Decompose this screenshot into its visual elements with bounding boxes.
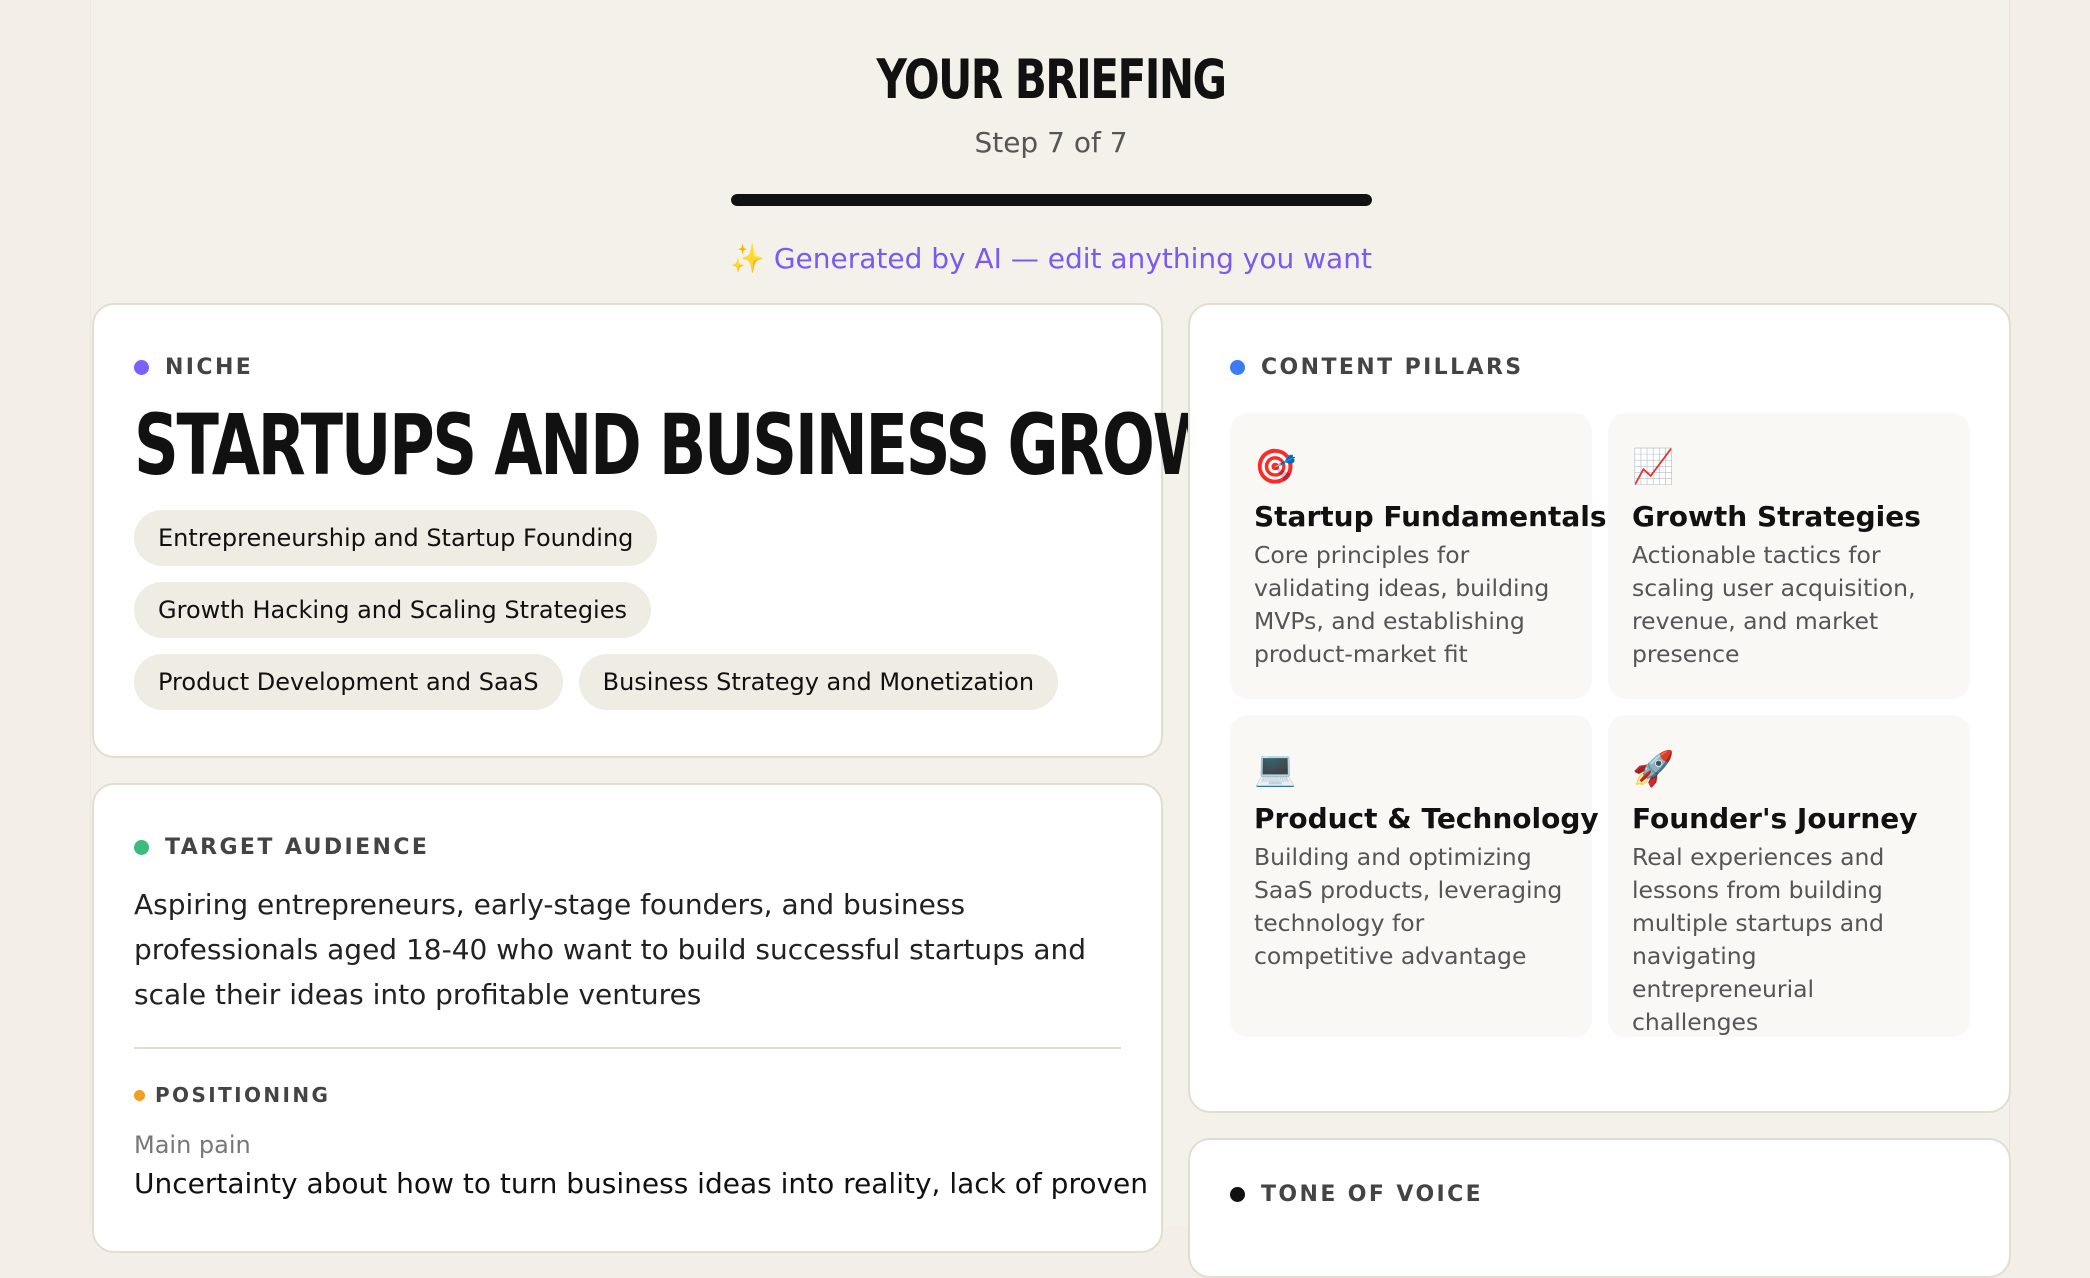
niche-title[interactable]: STARTUPS AND BUSINESS GROWTH — [134, 400, 1311, 490]
pillars-label: CONTENT PILLARS — [1261, 355, 1524, 380]
pillar-title: Startup Fundamentals — [1254, 500, 1607, 533]
main-pain-text[interactable]: Uncertainty about how to turn business i… — [134, 1167, 1148, 1200]
niche-tags: Entrepreneurship and Startup Founding Gr… — [134, 510, 1094, 710]
pillar-title: Founder's Journey — [1632, 802, 1918, 835]
positioning-label-row: POSITIONING — [134, 1083, 1121, 1107]
tone-label-row: TONE OF VOICE — [1230, 1182, 1483, 1207]
progress-bar — [731, 194, 1372, 206]
pillars-dot — [1230, 360, 1245, 375]
positioning-dot — [134, 1089, 145, 1101]
niche-dot — [134, 360, 149, 375]
niche-card[interactable]: NICHE STARTUPS AND BUSINESS GROWTH Entre… — [92, 303, 1311, 758]
pillars-label-row: CONTENT PILLARS — [1230, 355, 1524, 380]
audience-label-row: TARGET AUDIENCE — [134, 835, 1121, 860]
tone-dot — [1230, 1187, 1245, 1202]
audience-label: TARGET AUDIENCE — [165, 835, 430, 860]
pillar-card[interactable]: 🚀 Founder's Journey Real experiences and… — [1608, 715, 1970, 1037]
step-indicator: Step 7 of 7 — [974, 126, 1128, 159]
tone-label: TONE OF VOICE — [1261, 1182, 1484, 1207]
chart-increasing-icon: 📈 — [1632, 447, 1675, 487]
pillar-title: Product & Technology — [1254, 802, 1599, 835]
positioning-label: POSITIONING — [155, 1083, 331, 1107]
pillar-card[interactable]: 💻 Product & Technology Building and opti… — [1230, 715, 1599, 1037]
audience-card[interactable]: TARGET AUDIENCE Aspiring entrepreneurs, … — [92, 783, 1163, 1253]
audience-dot — [134, 840, 149, 855]
niche-label-row: NICHE — [134, 355, 1121, 380]
pillar-title: Growth Strategies — [1632, 500, 1921, 533]
pillar-description: Core principles for validating ideas, bu… — [1254, 541, 1550, 668]
pillar-card[interactable]: 📈 Growth Strategies Actionable tactics f… — [1608, 413, 1970, 699]
pillar-card[interactable]: 🎯 Startup Fundamentals Core principles f… — [1230, 413, 1607, 699]
audience-text[interactable]: Aspiring entrepreneurs, early-stage foun… — [134, 882, 1134, 1017]
page-title: YOUR BRIEFING — [876, 48, 1227, 111]
niche-tag[interactable]: Entrepreneurship and Startup Founding — [134, 510, 658, 566]
pillar-description: Real experiences and lessons from buildi… — [1632, 843, 1885, 1036]
laptop-icon: 💻 — [1254, 749, 1297, 789]
rocket-icon: 🚀 — [1632, 749, 1675, 789]
ai-generated-note: ✨ Generated by AI — edit anything you wa… — [730, 242, 1372, 275]
niche-tag[interactable]: Product Development and SaaS — [134, 654, 563, 710]
pillar-description: Building and optimizing SaaS products, l… — [1254, 843, 1563, 970]
tone-of-voice-card[interactable]: TONE OF VOICE — [1188, 1138, 2011, 1278]
section-divider — [134, 1047, 1121, 1049]
main-pain-label: Main pain — [134, 1131, 251, 1159]
content-pillars-card: CONTENT PILLARS 🎯 Startup Fundamentals C… — [1188, 303, 2011, 1113]
progress-fill — [731, 194, 1372, 206]
briefing-page: YOUR BRIEFING Step 7 of 7 ✨ Generated by… — [90, 0, 2011, 1278]
niche-tag[interactable]: Growth Hacking and Scaling Strategies — [134, 582, 651, 638]
niche-tag[interactable]: Business Strategy and Monetization — [578, 654, 1059, 710]
target-icon: 🎯 — [1254, 447, 1297, 487]
niche-label: NICHE — [165, 355, 254, 380]
pillar-description: Actionable tactics for scaling user acqu… — [1632, 541, 1916, 668]
